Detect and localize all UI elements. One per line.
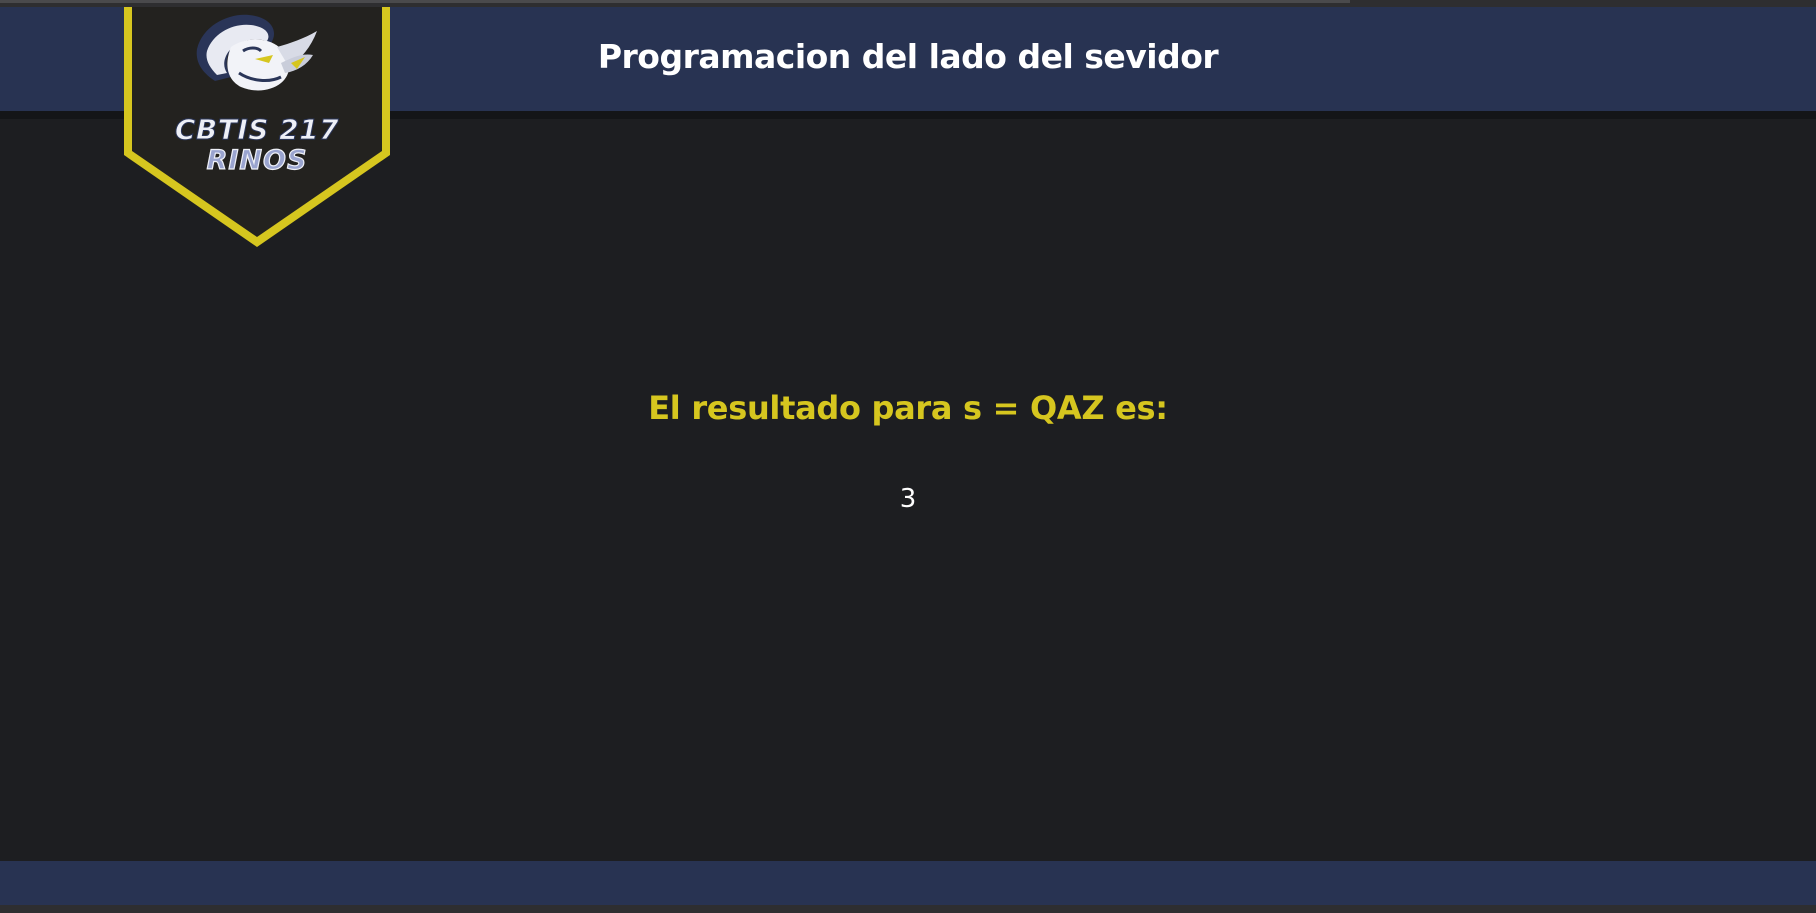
result-value: 3: [899, 484, 917, 514]
top-edge-line: [0, 0, 1350, 3]
browser-bottom-strip: [0, 905, 1816, 913]
site-footer: [0, 861, 1816, 905]
main-content: El resultado para s = QAZ es: 3: [0, 119, 1816, 861]
result-heading: El resultado para s = QAZ es:: [648, 389, 1168, 427]
browser-top-strip: [0, 0, 1816, 7]
page-title: Programacion del lado del sevidor: [597, 36, 1219, 76]
